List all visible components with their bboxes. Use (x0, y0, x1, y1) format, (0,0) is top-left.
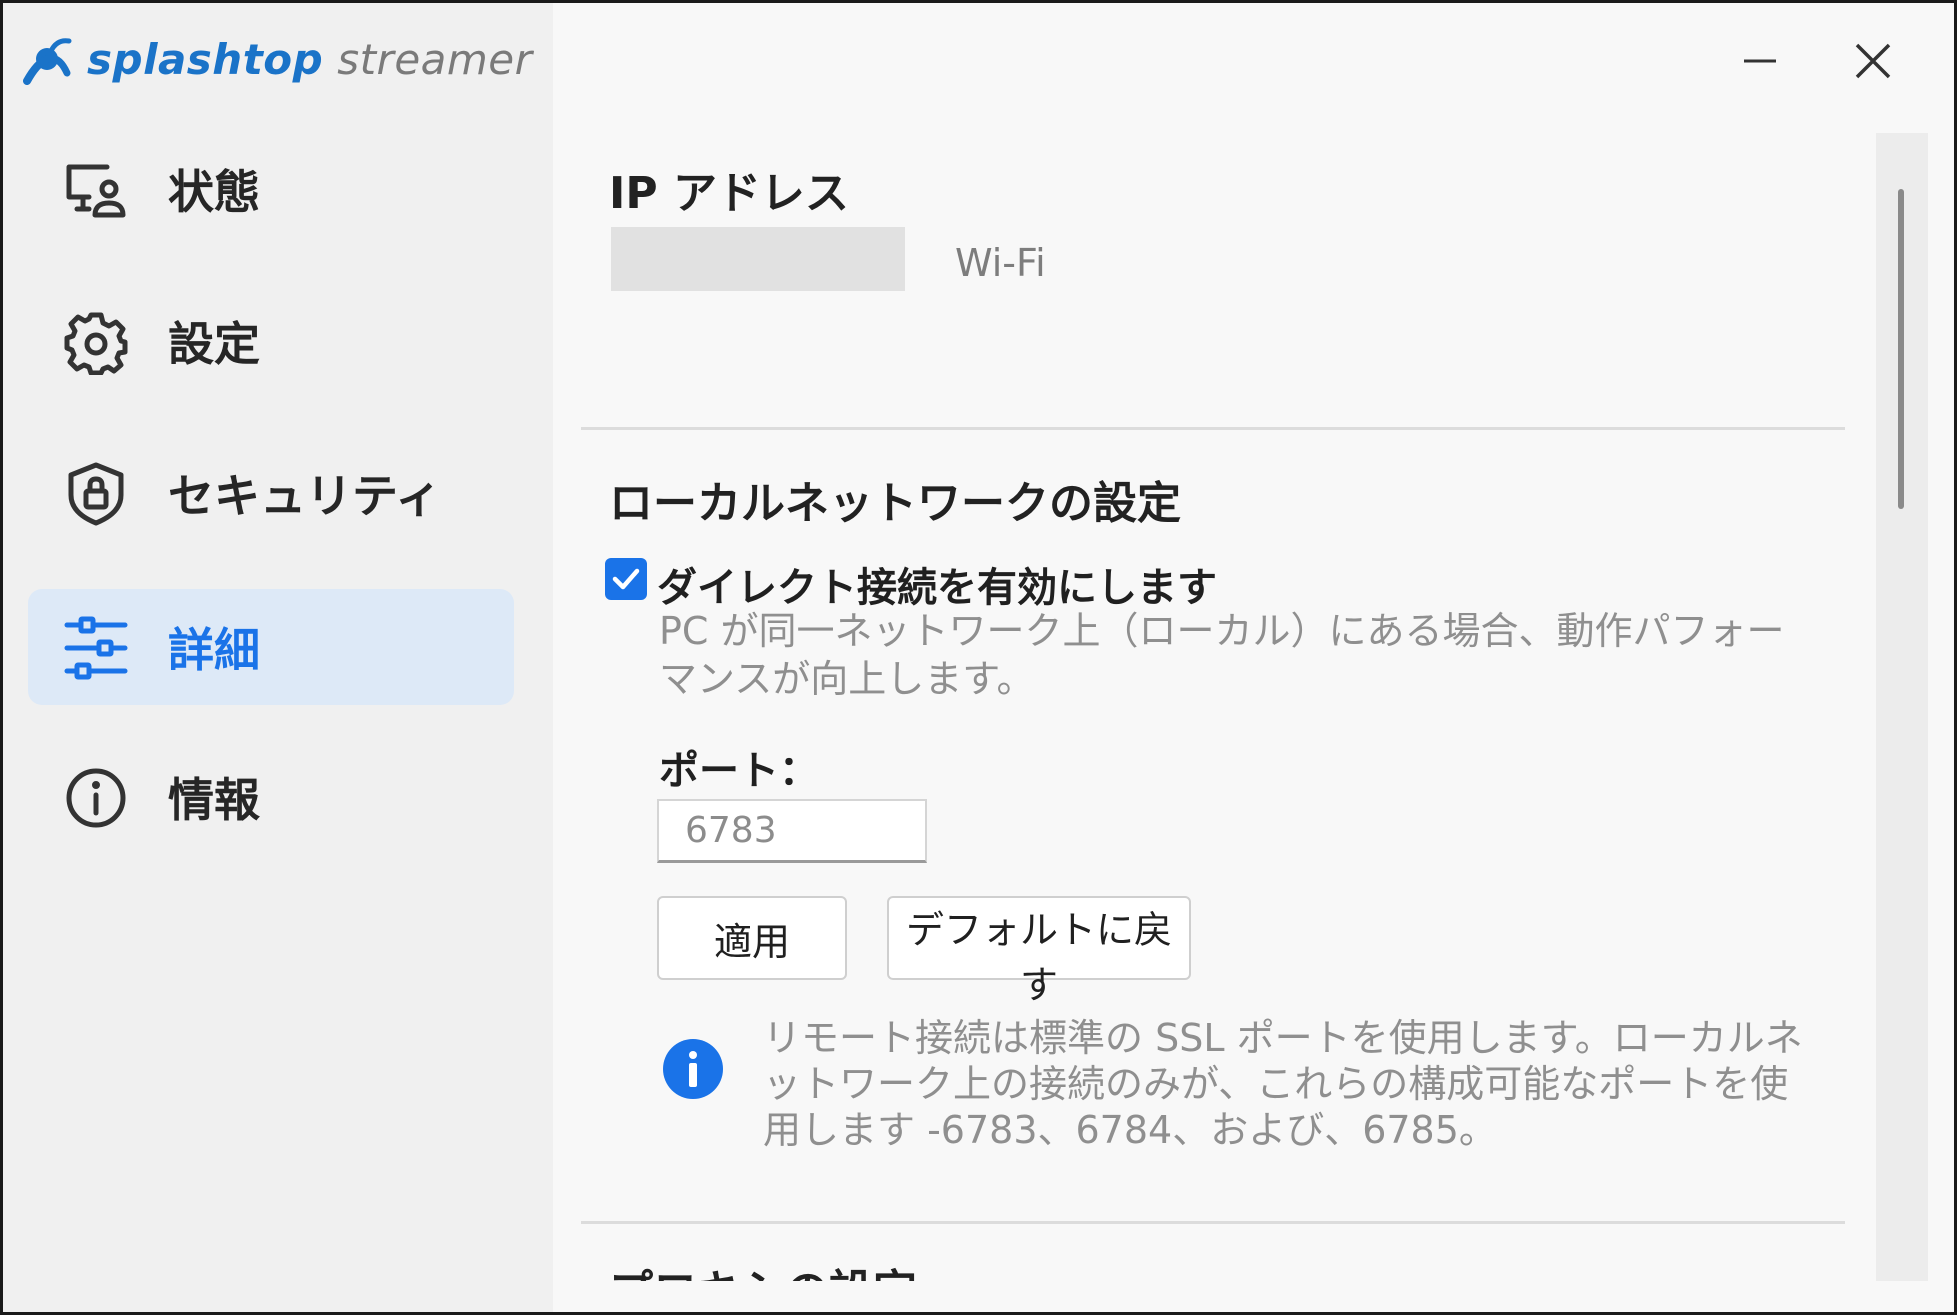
local-network-title: ローカルネットワークの設定 (609, 478, 1181, 529)
direct-connect-label[interactable]: ダイレクト接続を有効にします (657, 555, 1217, 613)
direct-connect-checkbox[interactable] (605, 558, 647, 600)
section-divider (581, 1221, 1845, 1224)
sidebar-item-settings[interactable]: 設定 (28, 283, 514, 399)
ip-address-title: IP アドレス (609, 168, 849, 219)
ssl-port-info-text: リモート接続は標準の SSL ポートを使用します。ローカルネットワーク上の接続の… (763, 1016, 1803, 1152)
sliders-icon (64, 616, 128, 680)
scrollbar[interactable] (1876, 133, 1928, 1281)
logo-text-splashtop: splashtop (87, 34, 324, 84)
sidebar-item-label: 設定 (168, 317, 260, 371)
direct-connect-description: PC が同一ネットワーク上（ローカル）にある場合、動作パフォーマンスが向上します… (659, 609, 1785, 701)
scrollbar-thumb[interactable] (1898, 189, 1904, 509)
app-window: splashtop streamer 状態 設定 セキュリティ 詳細 情報 IP… (0, 0, 1957, 1315)
section-divider (581, 427, 1845, 430)
checkmark-icon (612, 568, 640, 590)
network-type: Wi-Fi (955, 241, 1046, 285)
sidebar-item-security[interactable]: セキュリティ (28, 435, 514, 551)
ip-address-value (611, 227, 905, 291)
close-icon[interactable] (1843, 31, 1903, 91)
monitor-user-icon (66, 164, 126, 218)
shield-lock-icon (68, 462, 124, 526)
minimize-icon[interactable] (1730, 31, 1790, 91)
gear-icon (64, 312, 128, 375)
reset-default-button[interactable]: デフォルトに戻す (887, 896, 1191, 1007)
sidebar-item-about[interactable]: 情報 (28, 739, 514, 855)
apply-button[interactable]: 適用 (657, 896, 847, 980)
sidebar: splashtop streamer 状態 設定 セキュリティ 詳細 情報 (3, 3, 553, 1312)
port-label: ポート： (659, 748, 819, 794)
sidebar-item-label: セキュリティ (168, 469, 442, 523)
sidebar-item-label: 状態 (168, 165, 260, 219)
splashtop-logo: splashtop streamer (23, 29, 532, 89)
sidebar-item-label: 情報 (168, 773, 260, 827)
sidebar-item-status[interactable]: 状態 (28, 131, 514, 247)
info-icon (663, 1039, 723, 1099)
logo-text-streamer: streamer (337, 34, 533, 84)
splashtop-logo-icon (23, 38, 72, 85)
sidebar-item-advanced[interactable]: 詳細 (28, 589, 514, 705)
info-circle-icon (66, 768, 126, 828)
details-panel: IP アドレス Wi-Fi ローカルネットワークの設定 ダイレクト接続を有効にし… (581, 133, 1851, 1281)
proxy-settings-title: プロキシの設定 (609, 1255, 917, 1281)
port-input[interactable] (657, 799, 927, 863)
sidebar-item-label: 詳細 (168, 623, 260, 677)
